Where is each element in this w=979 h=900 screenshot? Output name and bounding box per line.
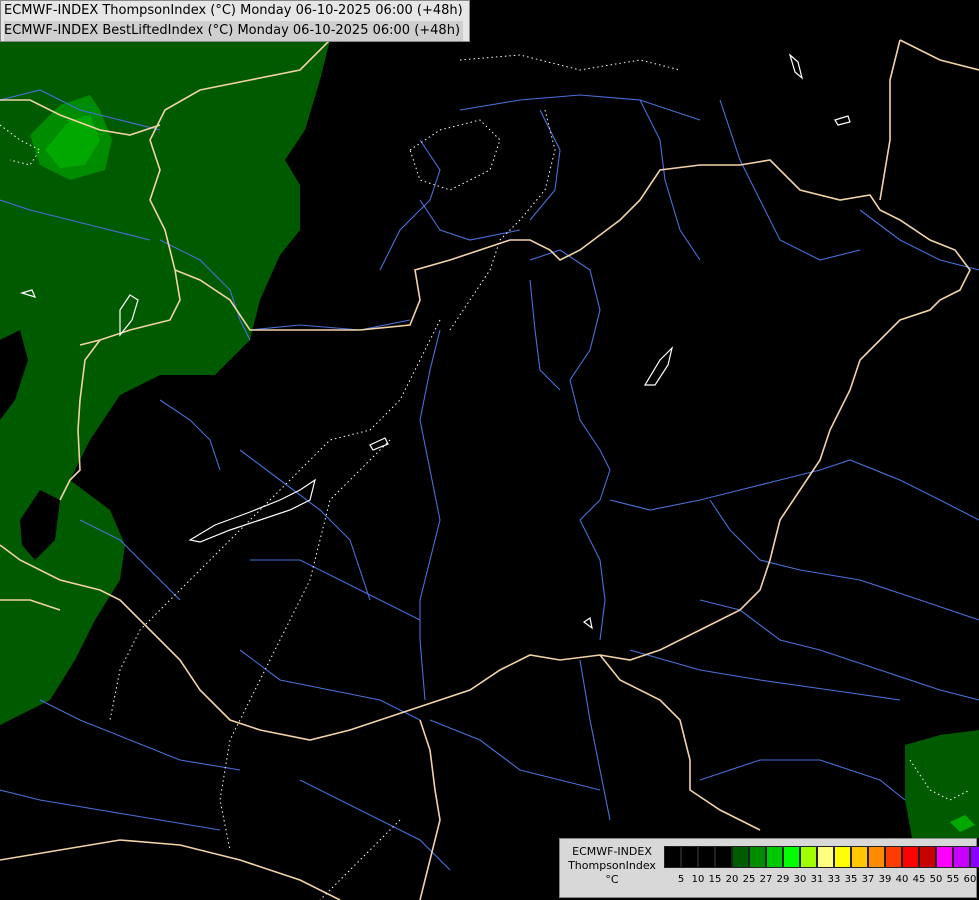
weather-map (0, 0, 979, 900)
legend-swatch (681, 846, 698, 868)
legend-tick-label: 50 (929, 874, 943, 885)
legend-swatch (936, 846, 953, 868)
legend-swatch (834, 846, 851, 868)
legend-ticks: 5 10 15 20 25 27 29 30 31 33 35 37 39 40 45 50 55 60 (664, 874, 977, 888)
legend-tick-label: 15 (708, 874, 722, 885)
legend-label-model: ECMWF-INDEX (572, 845, 652, 858)
legend-swatch (783, 846, 800, 868)
legend-tick-label: 10 (691, 874, 705, 885)
legend-swatch (953, 846, 970, 868)
legend-tick-label: 45 (912, 874, 926, 885)
legend-tick-label: 25 (742, 874, 756, 885)
legend-swatch (698, 846, 715, 868)
legend-swatch (766, 846, 783, 868)
legend-swatch (851, 846, 868, 868)
legend-label: ECMWF-INDEX ThompsonIndex °C (564, 845, 660, 887)
legend-tick-label: 35 (844, 874, 858, 885)
legend-swatch (732, 846, 749, 868)
legend-swatch (800, 846, 817, 868)
legend-tick-label: 27 (759, 874, 773, 885)
legend-label-unit: °C (605, 873, 619, 886)
map-title-bestlifted: ECMWF-INDEX BestLiftedIndex (°C) Monday … (4, 21, 463, 41)
legend-swatch (885, 846, 902, 868)
legend-tick-label: 40 (895, 874, 909, 885)
legend-swatches (664, 846, 979, 868)
color-legend: ECMWF-INDEX ThompsonIndex °C 5 10 15 20 25 27… (559, 838, 979, 898)
legend-swatch (919, 846, 936, 868)
legend-tick-label: 33 (827, 874, 841, 885)
legend-tick-label: 20 (725, 874, 739, 885)
legend-swatch (902, 846, 919, 868)
legend-tick-label: 30 (793, 874, 807, 885)
legend-tick-label: 29 (776, 874, 790, 885)
legend-tick-label: 37 (861, 874, 875, 885)
legend-label-parameter: ThompsonIndex (568, 859, 656, 872)
legend-tick-label: 60 (963, 874, 977, 885)
legend-swatch (749, 846, 766, 868)
legend-swatch (868, 846, 885, 868)
legend-tick-label: 5 (677, 874, 685, 885)
legend-tick-label: 39 (878, 874, 892, 885)
legend-tick-label: 55 (946, 874, 960, 885)
legend-tick-label: 31 (810, 874, 824, 885)
legend-swatch (664, 846, 681, 868)
map-title-thompson: ECMWF-INDEX ThompsonIndex (°C) Monday 06… (4, 3, 463, 18)
map-title-box: ECMWF-INDEX ThompsonIndex (°C) Monday 06… (0, 0, 470, 42)
legend-swatch (715, 846, 732, 868)
legend-swatch (970, 846, 979, 868)
legend-swatch (817, 846, 834, 868)
